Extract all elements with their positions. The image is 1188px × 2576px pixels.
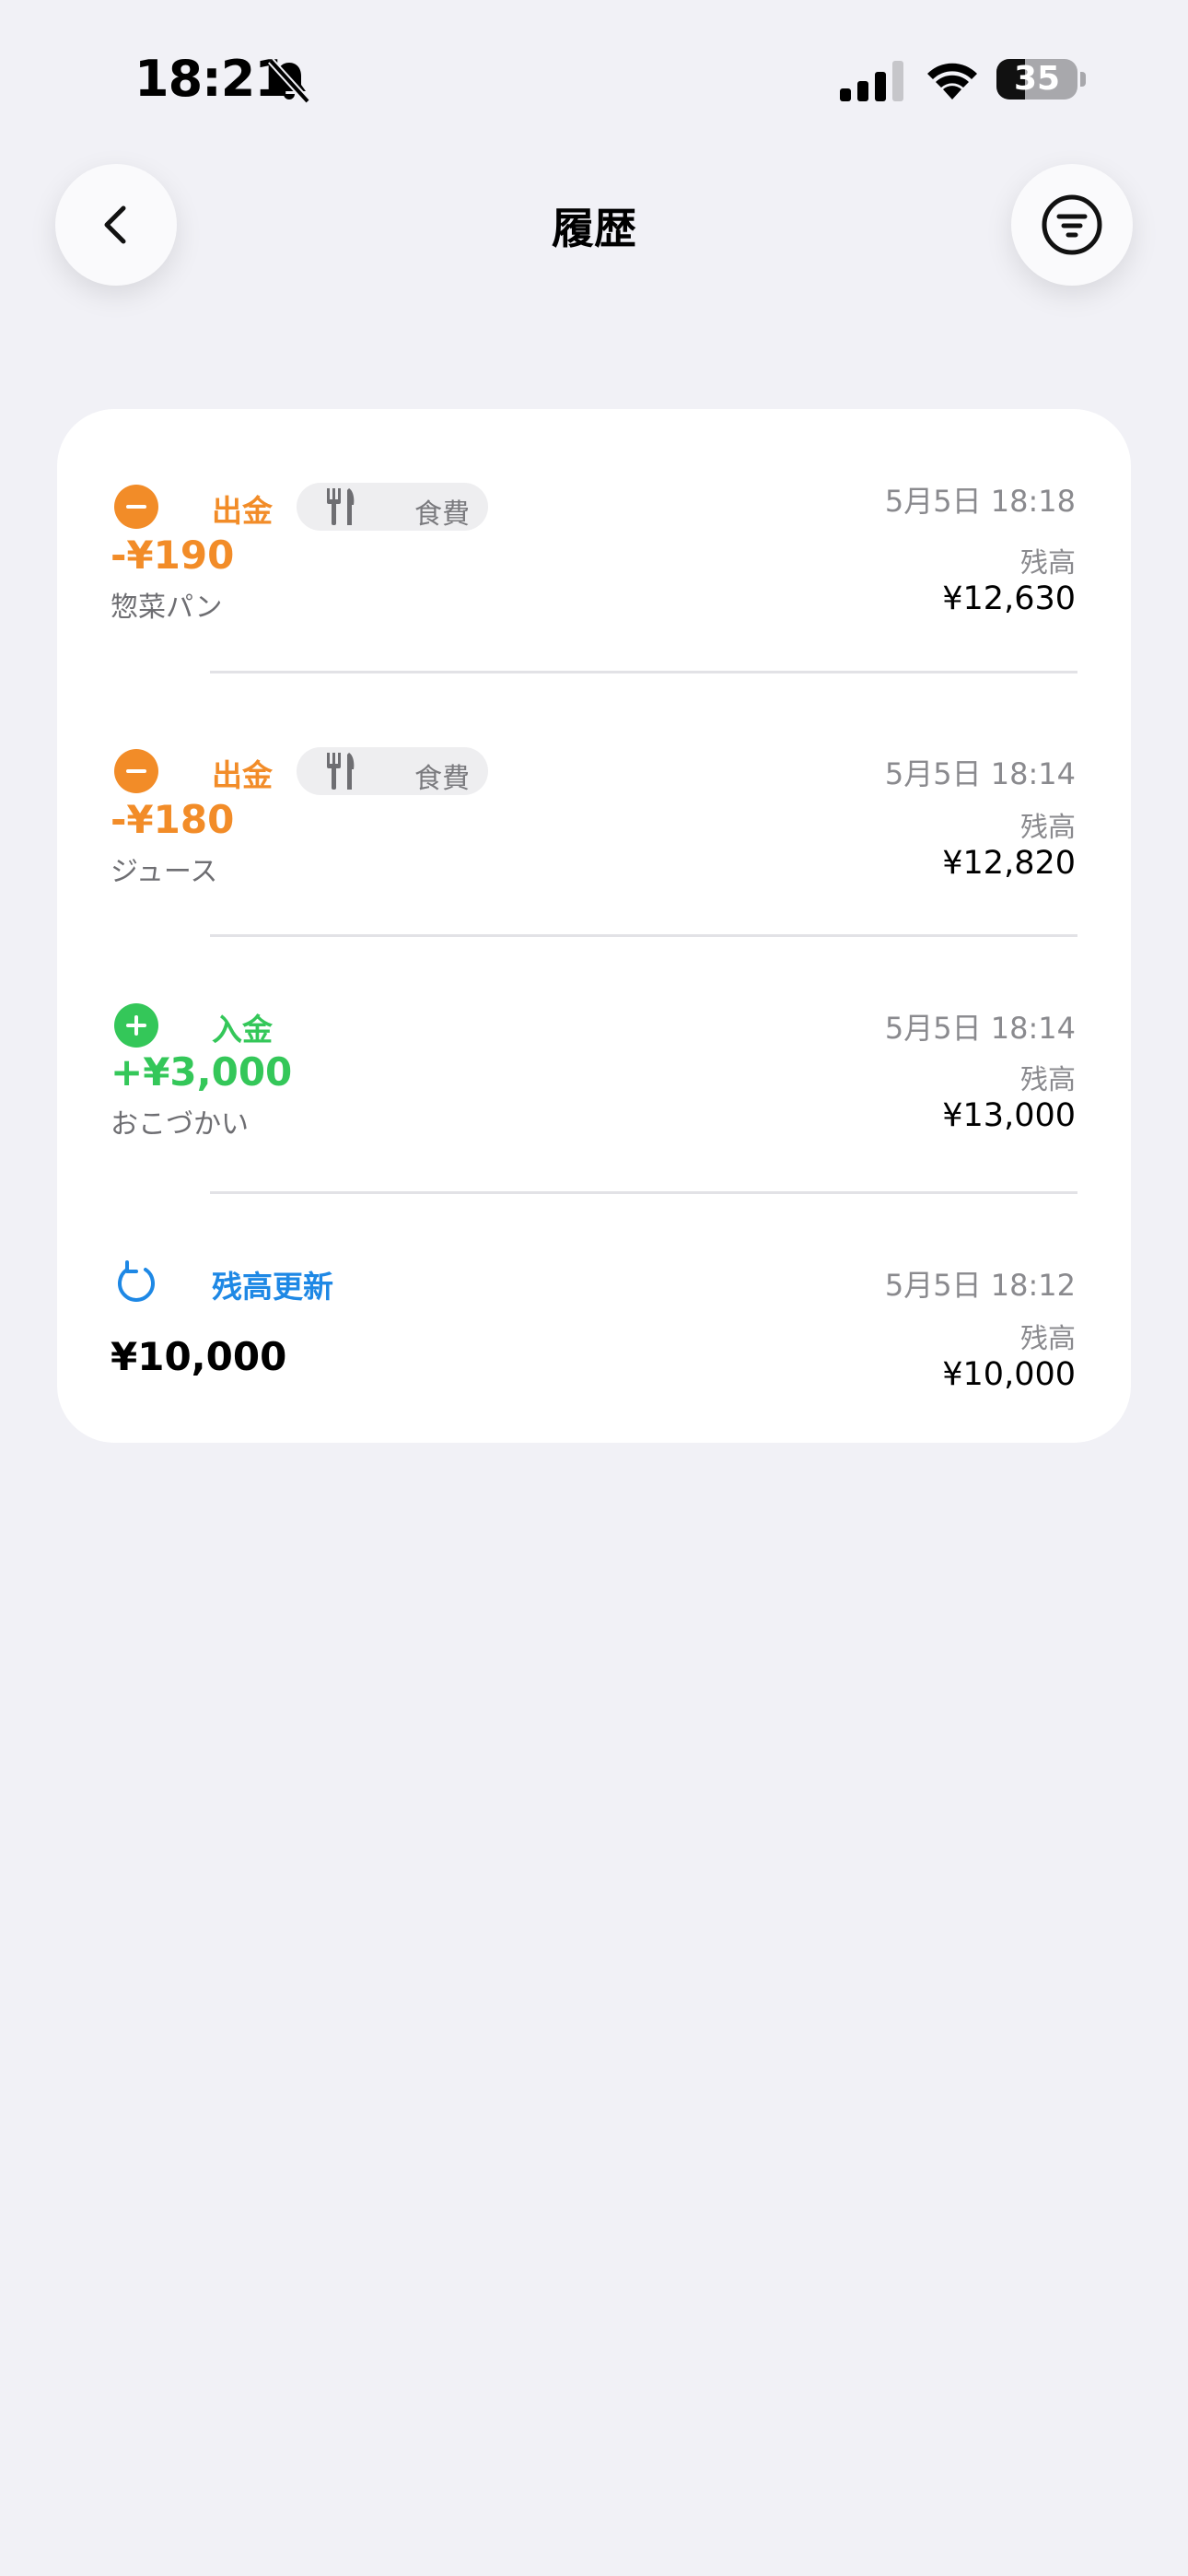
balance-value: ¥12,820 <box>942 845 1076 882</box>
balance-label: 残高 <box>1020 812 1076 844</box>
plus-circle-icon <box>114 1003 158 1048</box>
fork-knife-icon <box>327 753 355 790</box>
history-card: 出金 食費 5月5日 18:18 -¥190 惣菜パン 残高 ¥12,630 出… <box>57 409 1131 1443</box>
balance-value: ¥10,000 <box>942 1356 1076 1393</box>
cellular-signal-icon <box>840 61 903 101</box>
minus-circle-icon <box>114 749 158 793</box>
entry-memo: 惣菜パン <box>111 591 223 624</box>
entry-date: 5月5日 18:14 <box>884 1011 1076 1046</box>
battery-body: 35 <box>996 59 1077 100</box>
history-entry[interactable]: 入金 5月5日 18:14 +¥3,000 おこづかい 残高 ¥13,000 <box>57 937 1131 1193</box>
battery-percent: 35 <box>1013 60 1061 98</box>
filter-icon <box>1042 194 1102 255</box>
minus-circle-icon <box>114 485 158 529</box>
history-entry[interactable]: 出金 食費 5月5日 18:18 -¥190 惣菜パン 残高 ¥12,630 <box>57 409 1131 673</box>
category-label: 食費 <box>414 498 470 531</box>
balance-value: ¥12,630 <box>942 580 1076 617</box>
refresh-icon <box>118 1260 155 1302</box>
entry-type-label: 出金 <box>212 493 273 529</box>
entry-amount: ¥10,000 <box>111 1334 287 1379</box>
entry-type-label: 出金 <box>212 757 273 793</box>
entry-memo: おこづかい <box>111 1108 249 1141</box>
category-chip: 食費 <box>297 747 488 795</box>
balance-label: 残高 <box>1020 1064 1076 1096</box>
balance-value: ¥13,000 <box>942 1097 1076 1134</box>
balance-label: 残高 <box>1020 1323 1076 1355</box>
category-chip: 食費 <box>297 483 488 531</box>
balance-label: 残高 <box>1020 547 1076 580</box>
fork-knife-icon <box>327 488 355 525</box>
history-entry[interactable]: 残高更新 5月5日 18:12 ¥10,000 残高 ¥10,000 <box>57 1194 1131 1443</box>
battery-icon: 35 <box>996 59 1086 100</box>
filter-button[interactable] <box>1011 164 1133 286</box>
battery-cap <box>1080 72 1086 87</box>
page-title: 履歴 <box>552 204 636 253</box>
category-label: 食費 <box>414 763 470 795</box>
history-entry[interactable]: 出金 食費 5月5日 18:14 -¥180 ジュース 残高 ¥12,820 <box>57 673 1131 935</box>
entry-amount: -¥180 <box>111 797 235 842</box>
entry-memo: ジュース <box>111 856 218 888</box>
entry-type-label: 残高更新 <box>212 1269 333 1305</box>
entry-date: 5月5日 18:12 <box>884 1268 1076 1303</box>
entry-date: 5月5日 18:14 <box>884 756 1076 791</box>
wifi-icon <box>927 63 977 100</box>
entry-date: 5月5日 18:18 <box>884 484 1076 519</box>
entry-amount: +¥3,000 <box>111 1049 293 1095</box>
bell-slash-icon <box>268 58 310 104</box>
status-bar: 18:21 35 <box>0 0 1188 157</box>
entry-type-label: 入金 <box>212 1012 273 1048</box>
entry-amount: -¥190 <box>111 533 235 578</box>
